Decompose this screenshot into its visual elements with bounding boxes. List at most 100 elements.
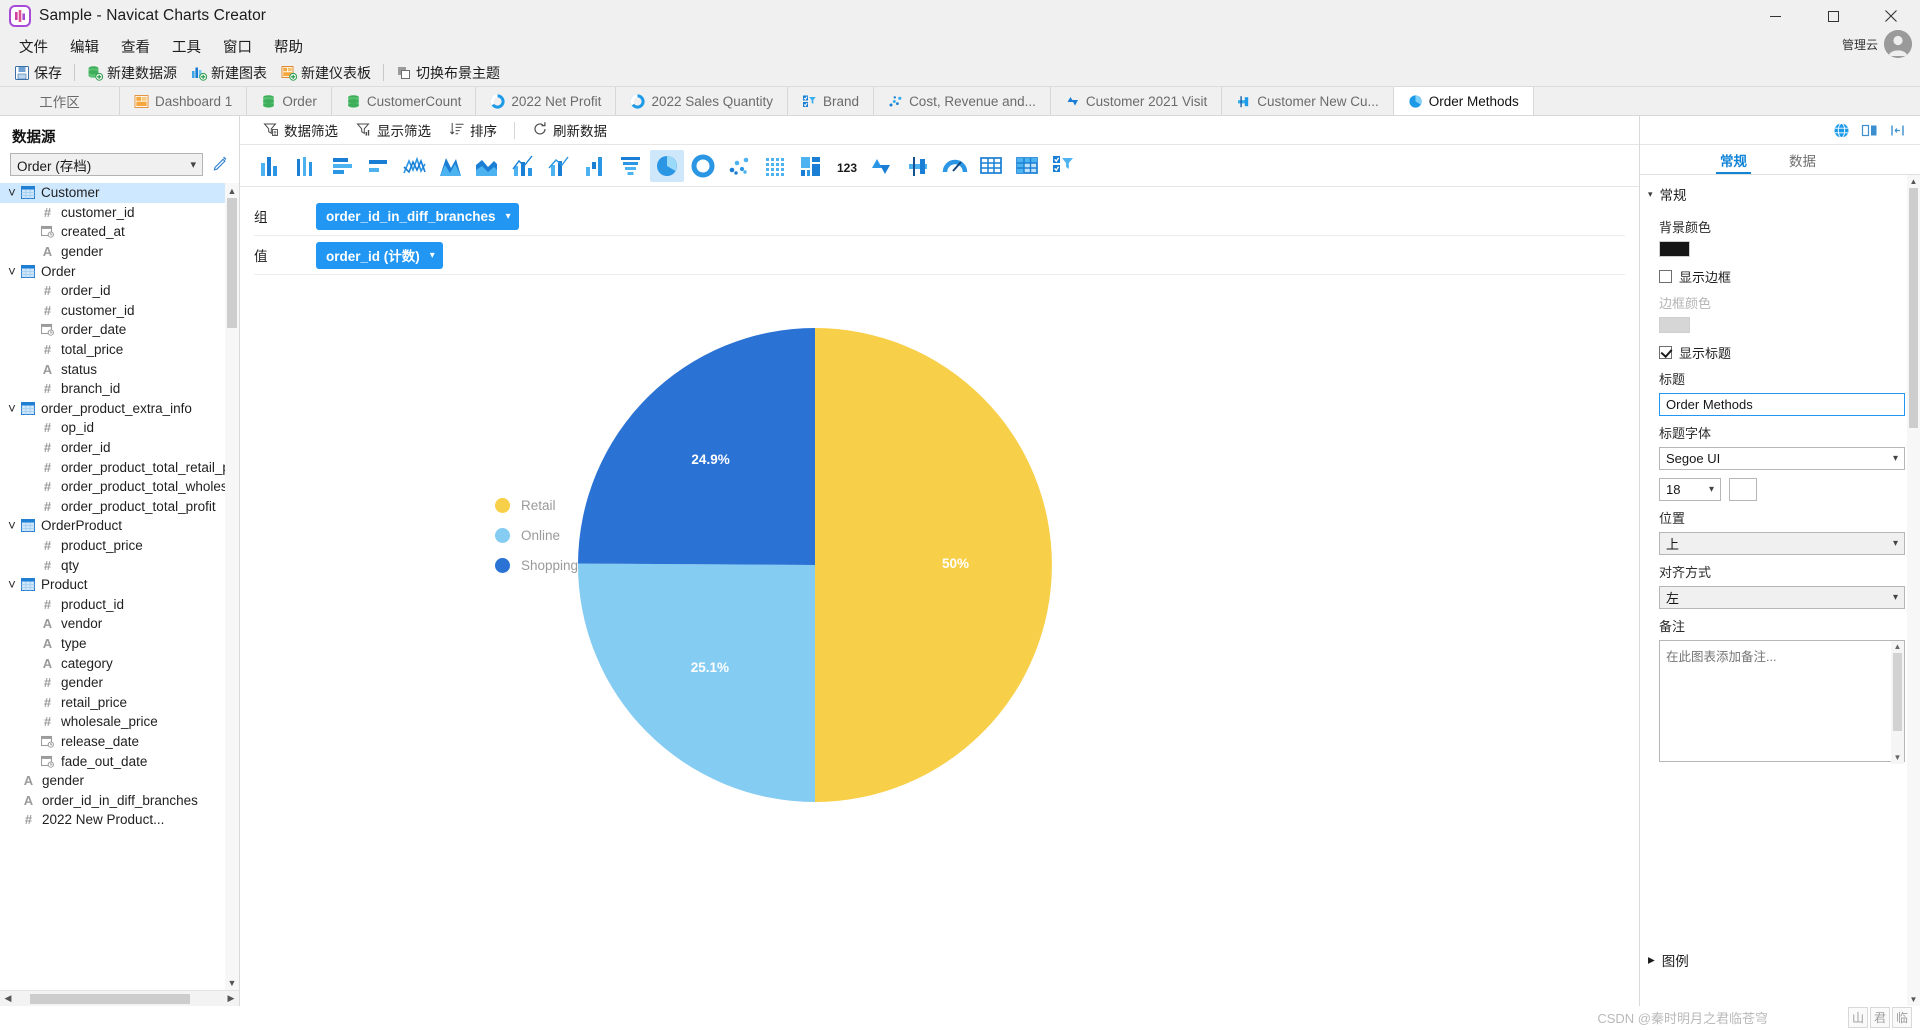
show-title-checkbox[interactable]: [1659, 346, 1672, 359]
show-border-checkbox[interactable]: [1659, 270, 1672, 283]
chart-type-scatter-chart-icon[interactable]: [722, 150, 756, 182]
chart-type-value-123-icon[interactable]: 123: [830, 150, 864, 182]
scroll-thumb[interactable]: [1893, 653, 1902, 731]
chart-type-column-stacked-icon[interactable]: [290, 150, 324, 182]
collapse-panel-icon[interactable]: [1886, 119, 1908, 141]
tree-field-row[interactable]: # branch_id: [0, 379, 239, 399]
tree-field-row[interactable]: # gender: [0, 673, 239, 693]
tab-workspace[interactable]: 工作区: [0, 87, 120, 115]
tree-table-row[interactable]: ˅ order_product_extra_info: [0, 399, 239, 419]
tree-field-row[interactable]: Atype: [0, 634, 239, 654]
menu-file[interactable]: 文件: [8, 34, 59, 59]
tab-customer-new-cu[interactable]: Customer New Cu...: [1222, 87, 1394, 115]
switch-theme-button[interactable]: 切换布景主题: [389, 61, 507, 85]
note-scrollbar[interactable]: ▲ ▼: [1891, 641, 1904, 764]
pie-slice-shopping-mall[interactable]: [578, 328, 815, 565]
scroll-thumb[interactable]: [227, 198, 237, 328]
chart-type-kpi-icon[interactable]: [866, 150, 900, 182]
show-border-row[interactable]: 显示边框: [1659, 267, 1905, 286]
tab-order[interactable]: Order: [247, 87, 332, 115]
datasource-select[interactable]: Order (存档) ▾: [10, 153, 203, 176]
chart-type-area-chart-icon[interactable]: [434, 150, 468, 182]
tree-field-row[interactable]: created_at: [0, 222, 239, 242]
tree-field-row[interactable]: release_date: [0, 732, 239, 752]
display-filter-button[interactable]: 显示筛选: [347, 118, 440, 142]
menu-tools[interactable]: 工具: [161, 34, 212, 59]
close-button[interactable]: [1862, 0, 1920, 33]
chart-type-line-chart-icon[interactable]: [398, 150, 432, 182]
pie-slice-online[interactable]: [577, 563, 815, 802]
title-font-color-swatch[interactable]: [1729, 478, 1757, 501]
tree-table-row[interactable]: ˅ OrderProduct: [0, 516, 239, 536]
expand-chevron-icon[interactable]: ˅: [4, 185, 20, 200]
tree-table-row[interactable]: ˅ Customer: [0, 183, 239, 203]
h-scroll-track[interactable]: [16, 991, 223, 1007]
scroll-down-icon[interactable]: ▼: [1891, 752, 1904, 764]
properties-scrollbar[interactable]: ▲ ▼: [1907, 175, 1920, 1006]
chart-type-stacked-area-icon[interactable]: [470, 150, 504, 182]
expand-chevron-icon[interactable]: ˅: [4, 577, 20, 592]
chevron-down-icon[interactable]: ▾: [506, 211, 511, 222]
position-select[interactable]: 上 ▾: [1659, 532, 1905, 555]
tab-cost-revenue[interactable]: Cost, Revenue and...: [874, 87, 1051, 115]
chart-type-gauge-chart-icon[interactable]: [938, 150, 972, 182]
tree-field-row[interactable]: Acategory: [0, 653, 239, 673]
tree-field-row[interactable]: Agender: [0, 242, 239, 262]
expand-horizontal-icon[interactable]: [1858, 119, 1880, 141]
tree-field-row[interactable]: # order_product_total_wholes: [0, 477, 239, 497]
tab-general[interactable]: 常规: [1716, 145, 1751, 174]
chart-type-table-icon[interactable]: [974, 150, 1008, 182]
tab-brand[interactable]: Brand: [788, 87, 875, 115]
new-datasource-button[interactable]: 新建数据源: [80, 61, 184, 85]
chart-type-bar-stacked-icon[interactable]: [362, 150, 396, 182]
shelf-group-pill[interactable]: order_id_in_diff_branches ▾: [316, 202, 519, 230]
chart-type-funnel-chart-icon[interactable]: [614, 150, 648, 182]
scroll-up-icon[interactable]: ▲: [1891, 641, 1904, 653]
tree-field-row[interactable]: # retail_price: [0, 692, 239, 712]
menu-window[interactable]: 窗口: [212, 34, 263, 59]
tree-field-row[interactable]: # customer_id: [0, 301, 239, 321]
minimize-button[interactable]: [1746, 0, 1804, 33]
tree-table-row[interactable]: ˅ Product: [0, 575, 239, 595]
scroll-up-icon[interactable]: ▲: [1907, 175, 1920, 188]
globe-icon[interactable]: [1830, 119, 1852, 141]
sort-button[interactable]: 排序: [440, 118, 506, 142]
data-filter-button[interactable]: 数据筛选: [254, 118, 347, 142]
expand-chevron-icon[interactable]: ˅: [4, 518, 20, 533]
title-font-select[interactable]: Segoe UI ▾: [1659, 447, 1905, 470]
pie-chart[interactable]: [340, 315, 1370, 855]
tree-field-row[interactable]: # customer_id: [0, 203, 239, 223]
maximize-button[interactable]: [1804, 0, 1862, 33]
tab-2022-sales-quantity[interactable]: 2022 Sales Quantity: [616, 87, 789, 115]
tab-dashboard-1[interactable]: Dashboard 1: [120, 87, 248, 115]
pie-slice-retail[interactable]: [815, 328, 1052, 802]
tree-field-row[interactable]: # total_price: [0, 340, 239, 360]
h-scroll-thumb[interactable]: [30, 993, 190, 1004]
scroll-up-icon[interactable]: ▲: [225, 183, 239, 198]
chart-type-pie-chart-icon[interactable]: [650, 149, 684, 182]
menu-view[interactable]: 查看: [110, 34, 161, 59]
tab-2022-net-profit[interactable]: 2022 Net Profit: [476, 87, 617, 115]
chart-type-combo-chart-icon[interactable]: [542, 150, 576, 182]
new-chart-button[interactable]: 新建图表: [184, 61, 274, 85]
section-legend-header[interactable]: ▸ 图例: [1640, 950, 1920, 970]
tree-field-row[interactable]: # product_id: [0, 594, 239, 614]
refresh-data-button[interactable]: 刷新数据: [523, 118, 616, 142]
new-dashboard-button[interactable]: 新建仪表板: [274, 61, 378, 85]
scroll-right-icon[interactable]: ▶: [223, 993, 239, 1004]
datasource-tree[interactable]: ˅ Customer # customer_id created_at Agender ˅ O…: [0, 183, 239, 990]
align-select[interactable]: 左 ▾: [1659, 586, 1905, 609]
expand-chevron-icon[interactable]: ˅: [4, 401, 20, 416]
edit-datasource-button[interactable]: [209, 154, 231, 176]
chart-type-treemap-icon[interactable]: [794, 150, 828, 182]
title-font-size-select[interactable]: 18 ▾: [1659, 478, 1721, 501]
tree-field-row[interactable]: # order_product_total_profit: [0, 497, 239, 517]
chart-type-control-list-icon[interactable]: [1046, 150, 1080, 182]
tree-field-row[interactable]: # product_price: [0, 536, 239, 556]
scroll-left-icon[interactable]: ◀: [0, 993, 16, 1004]
tree-field-row[interactable]: # qty: [0, 555, 239, 575]
tree-field-row[interactable]: # op_id: [0, 418, 239, 438]
note-textarea[interactable]: [1659, 640, 1905, 762]
tree-root-field-row[interactable]: Aorder_id_in_diff_branches: [0, 790, 239, 810]
shelf-value-pill[interactable]: order_id (计数) ▾: [316, 241, 443, 269]
